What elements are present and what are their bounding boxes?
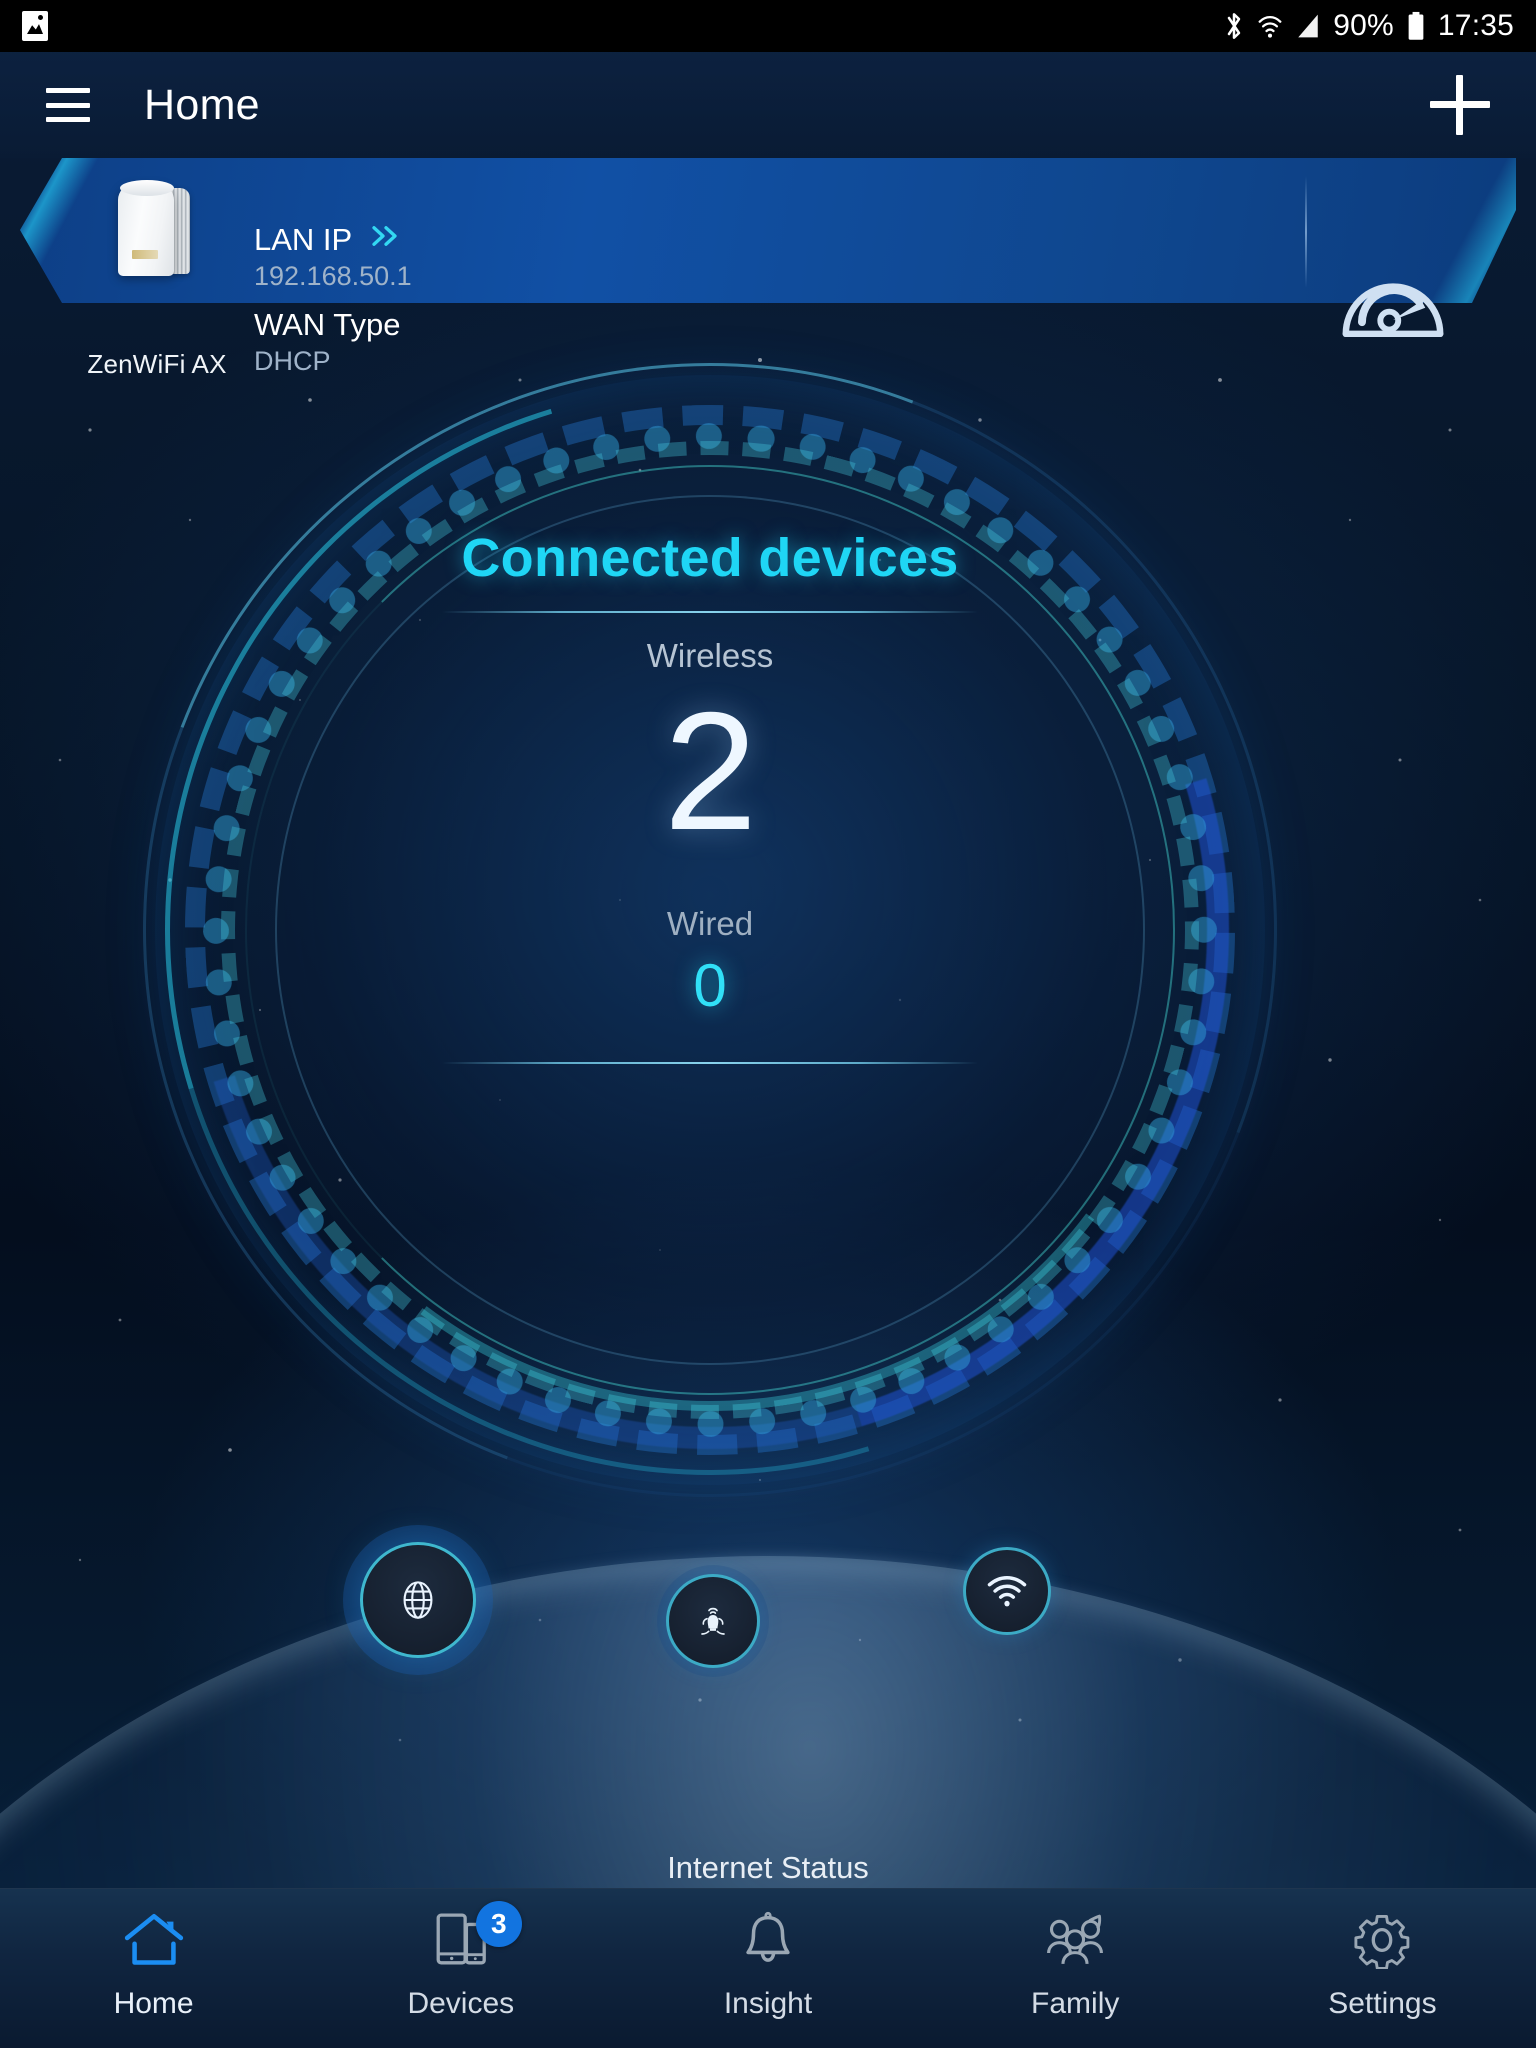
wireless-label: Wireless xyxy=(646,637,774,674)
divider-bottom xyxy=(442,1062,978,1065)
nav-label-family: Family xyxy=(1031,1987,1120,2020)
nav-item-settings[interactable]: Settings xyxy=(1229,1889,1536,2048)
battery-percent: 90% xyxy=(1333,9,1394,42)
speedometer-button[interactable] xyxy=(1338,268,1448,345)
system-status-bar: 90% 17:35 xyxy=(0,0,1536,52)
hamburger-menu-icon[interactable] xyxy=(46,88,90,122)
gear-icon xyxy=(1353,1909,1411,1971)
router-summary-banner[interactable] xyxy=(20,158,1516,303)
cellular-signal-icon xyxy=(1296,13,1320,39)
clock-time: 17:35 xyxy=(1437,9,1514,42)
router-top xyxy=(120,180,174,196)
connected-devices-title: Connected devices xyxy=(461,528,959,588)
banner-divider xyxy=(1305,176,1307,288)
router-image xyxy=(118,176,194,278)
page-title: Home xyxy=(144,80,260,129)
home-icon xyxy=(123,1909,185,1971)
wireless-count: 2 xyxy=(663,677,757,865)
nav-item-home[interactable]: Home xyxy=(0,1889,307,2048)
nav-item-insight[interactable]: Insight xyxy=(614,1889,921,2048)
lan-ip-label: LAN IP xyxy=(254,222,353,257)
add-button[interactable] xyxy=(1430,75,1490,135)
devices-badge: 3 xyxy=(475,1901,522,1947)
wired-label: Wired xyxy=(666,905,754,943)
app-header: Home xyxy=(0,52,1536,158)
nav-label-settings: Settings xyxy=(1328,1987,1437,2020)
double-chevron-right-icon xyxy=(369,224,403,253)
lan-ip-value: 192.168.50.1 xyxy=(254,261,412,291)
router-body xyxy=(118,184,174,276)
battery-icon xyxy=(1407,11,1425,41)
nav-label-devices: Devices xyxy=(407,1987,515,2020)
asus-router-app-screen: Connected devices Wireless 2 Wired 0 Int… xyxy=(0,0,1536,2048)
wan-type-value: DHCP xyxy=(254,346,331,376)
bell-icon xyxy=(740,1909,796,1971)
internet-status-label: Internet Status xyxy=(667,1850,869,1885)
devices-icon: 3 xyxy=(432,1901,522,1971)
nav-label-home: Home xyxy=(113,1987,194,2020)
router-device-name: ZenWiFi AX xyxy=(87,349,227,379)
divider-top xyxy=(442,611,978,613)
router-brand-logo xyxy=(132,250,158,259)
bluetooth-icon xyxy=(1224,11,1244,41)
nav-item-family[interactable]: Family xyxy=(922,1889,1229,2048)
photo-icon xyxy=(22,11,48,41)
nav-item-devices[interactable]: 3 Devices xyxy=(307,1889,614,2048)
globe-icon xyxy=(403,1581,433,1619)
bottom-navigation-bar: Home 3 Devices Insight Family Settings xyxy=(0,1888,1536,2048)
wan-type-row[interactable]: WAN Type DHCP xyxy=(254,307,412,377)
nav-label-insight: Insight xyxy=(723,1987,813,2020)
people-group-icon xyxy=(1042,1909,1108,1971)
mesh-node-button[interactable] xyxy=(666,1574,760,1668)
mesh-node-icon xyxy=(701,1607,725,1635)
wifi-signal-icon xyxy=(987,1575,1027,1607)
lan-ip-row[interactable]: LAN IP 192.168.50.1 xyxy=(254,222,412,292)
connected-devices-dial: Connected devices Wireless 2 Wired 0 xyxy=(0,181,1459,1679)
speedometer-icon xyxy=(1342,283,1444,338)
wired-count: 0 xyxy=(693,952,727,1020)
internet-globe-button[interactable] xyxy=(360,1542,476,1658)
wan-type-label: WAN Type xyxy=(254,307,401,342)
wifi-button[interactable] xyxy=(963,1547,1051,1635)
banner-info-block: LAN IP 192.168.50.1 WAN Type DHCP xyxy=(254,222,412,385)
wifi-icon xyxy=(1257,12,1283,40)
